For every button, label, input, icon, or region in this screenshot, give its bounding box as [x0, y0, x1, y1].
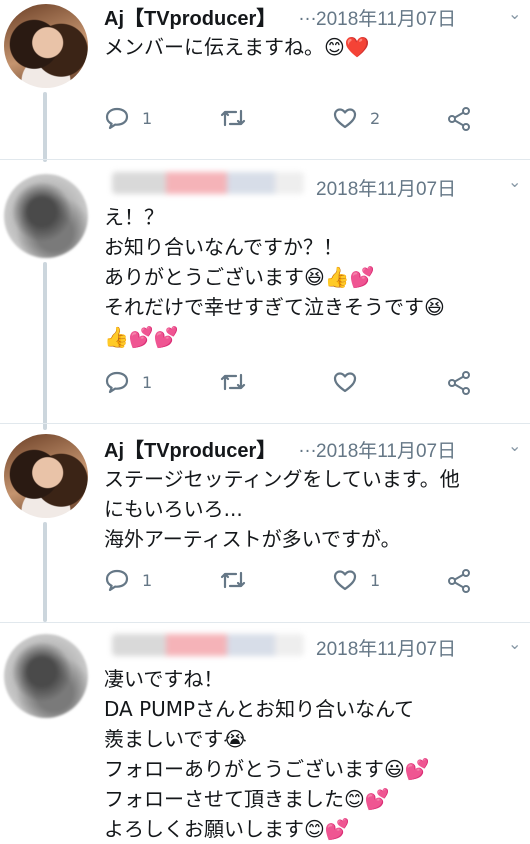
tweet[interactable]: 2018年11月07日 ⌄ え！？ お知り合いなんですか？！ ありがとうございま… [0, 168, 530, 423]
heart-icon [333, 570, 357, 591]
tweet-divider [0, 622, 530, 623]
reply-button[interactable]: 1 [104, 568, 152, 592]
retweet-button[interactable] [218, 568, 248, 592]
reply-icon [105, 371, 129, 394]
like-count: 1 [370, 570, 381, 590]
tweet-divider [0, 423, 530, 424]
tweet-body: ステージセッティングをしています。他 にもいろいろ... 海外アーティストが多い… [104, 464, 460, 554]
heart-icon [333, 108, 357, 129]
tweet-divider [0, 159, 530, 160]
tweet-line: お知り合いなんですか？！ [104, 235, 343, 259]
tweet-line: フォローありがとうございます😃💕 [104, 757, 430, 781]
tweet-line: ステージセッティングをしています。他 [104, 467, 460, 491]
like-count: 2 [370, 108, 381, 128]
more-dots: … [298, 436, 317, 457]
tweet-actions: 1 1 [104, 568, 504, 598]
tweet-line: 羨ましいです😭 [104, 727, 247, 751]
share-button[interactable] [446, 568, 472, 594]
tweet[interactable]: Aj【TVproducer】 … 2018年11月07日 ⌄ メンバーに伝えます… [0, 0, 530, 155]
avatar[interactable] [4, 4, 88, 88]
tweet-line: 海外アーティストが多いですが。 [104, 527, 401, 551]
share-button[interactable] [446, 106, 472, 132]
tweet-date[interactable]: 2018年11月07日 [316, 436, 456, 463]
author-name-blurred [112, 634, 304, 656]
tweet-date[interactable]: 2018年11月07日 [316, 4, 456, 31]
more-dots: … [298, 4, 317, 25]
retweet-button[interactable] [218, 106, 248, 130]
avatar[interactable] [4, 434, 88, 518]
reply-icon [105, 569, 129, 592]
share-icon [448, 569, 470, 593]
tweet-body: メンバーに伝えますね。😊❤️ [104, 32, 370, 62]
avatar[interactable] [4, 174, 88, 258]
like-button[interactable]: 2 [332, 106, 380, 130]
tweet-line: それだけで幸せすぎて泣きそうです😆 [104, 295, 445, 319]
tweet[interactable]: Aj【TVproducer】 … 2018年11月07日 ⌄ ステージセッティン… [0, 432, 530, 617]
tweet-line: メンバーに伝えますね。😊❤️ [104, 35, 370, 59]
chevron-down-icon[interactable]: ⌄ [508, 4, 521, 23]
tweet-header: Aj【TVproducer】 [104, 2, 276, 30]
tweet-actions: 1 2 [104, 106, 504, 136]
reply-count: 1 [142, 372, 153, 392]
tweet-line: え！？ [104, 205, 164, 229]
tweet-line: 👍💕💕 [104, 325, 179, 349]
author-name[interactable]: Aj【TVproducer】 [104, 8, 276, 30]
retweet-icon [220, 571, 246, 589]
tweet-date[interactable]: 2018年11月07日 [316, 174, 456, 201]
tweet-body: 凄いですね！ DA PUMPさんとお知り合いなんて 羨ましいです😭 フォローあり… [104, 664, 430, 844]
reply-count: 1 [142, 108, 153, 128]
retweet-button[interactable] [218, 370, 248, 394]
tweet-header: Aj【TVproducer】 [104, 434, 276, 462]
tweet-actions: 1 [104, 370, 504, 400]
chevron-down-icon[interactable]: ⌄ [508, 436, 521, 455]
reply-count: 1 [142, 570, 153, 590]
heart-icon [333, 372, 357, 393]
author-name-blurred [112, 172, 304, 194]
chevron-down-icon[interactable]: ⌄ [508, 634, 521, 653]
like-button[interactable]: 1 [332, 568, 380, 592]
author-name[interactable]: Aj【TVproducer】 [104, 440, 276, 462]
tweet-body: え！？ お知り合いなんですか？！ ありがとうございます😆👍💕 それだけで幸せすぎ… [104, 202, 445, 352]
tweet-line: ありがとうございます😆👍💕 [104, 265, 375, 289]
tweet-line: フォローさせて頂きました😊💕 [104, 787, 390, 811]
retweet-icon [220, 373, 246, 391]
tweet-line: よろしくお願いします😊💕 [104, 817, 350, 841]
share-button[interactable] [446, 370, 472, 396]
tweet-line: DA PUMPさんとお知り合いなんて [104, 697, 415, 721]
avatar[interactable] [4, 634, 88, 718]
tweet-line: にもいろいろ... [104, 497, 243, 521]
like-button[interactable] [332, 370, 358, 394]
share-icon [448, 371, 470, 395]
tweet[interactable]: 2018年11月07日 ⌄ 凄いですね！ DA PUMPさんとお知り合いなんて … [0, 630, 530, 841]
chevron-down-icon[interactable]: ⌄ [508, 172, 521, 191]
reply-button[interactable]: 1 [104, 106, 152, 130]
share-icon [448, 107, 470, 131]
tweet-date[interactable]: 2018年11月07日 [316, 634, 456, 661]
reply-icon [105, 107, 129, 130]
tweet-line: 凄いですね！ [104, 667, 224, 691]
retweet-icon [220, 109, 246, 127]
reply-button[interactable]: 1 [104, 370, 152, 394]
